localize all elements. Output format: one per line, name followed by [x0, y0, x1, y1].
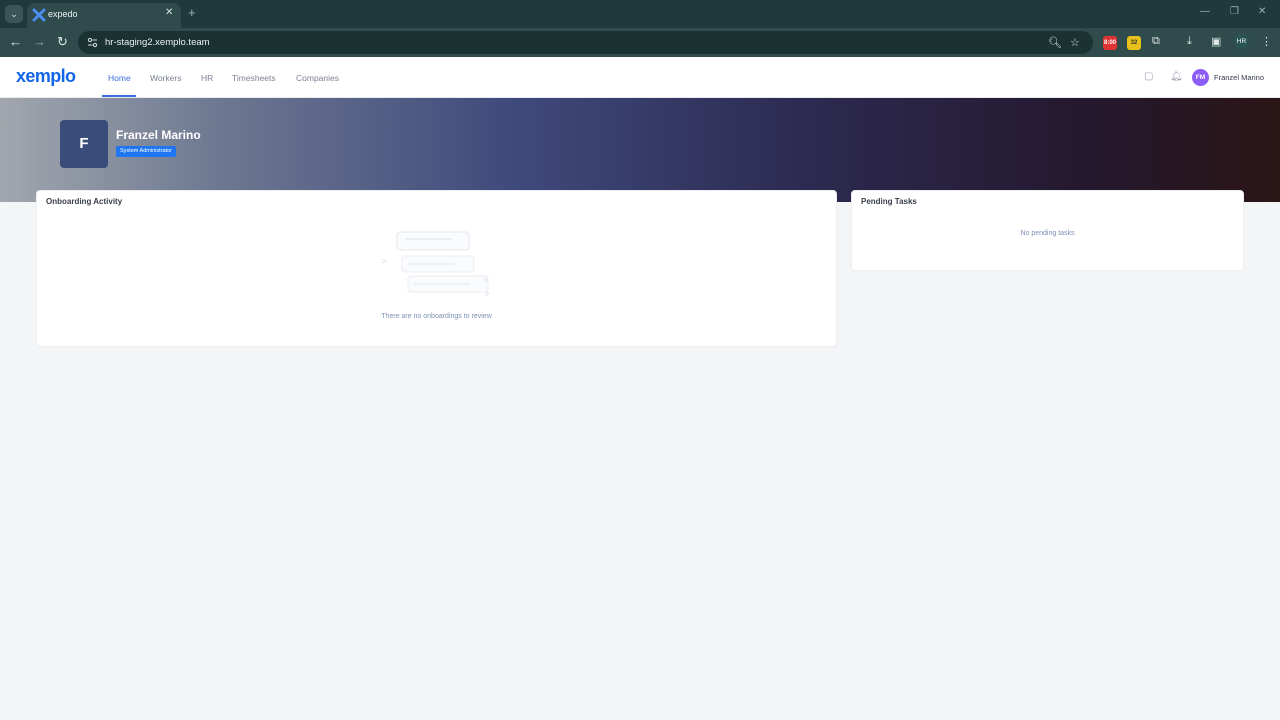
bookmark-star-icon[interactable]: ☆ [1070, 36, 1080, 49]
forward-button[interactable]: → [33, 35, 46, 49]
app-header: xemplo Home Workers HR Timesheets Compan… [0, 57, 1280, 98]
expedo-favicon-icon [32, 8, 46, 22]
extension-timer-icon[interactable]: 8:00 [1103, 36, 1117, 50]
chat-icon[interactable]: ▢ [1144, 71, 1153, 82]
url-text: hr-staging2.xemplo.team [105, 37, 210, 48]
nav-active-indicator [102, 95, 136, 97]
nav-home[interactable]: Home [108, 73, 131, 83]
profile-name: Franzel Marino [116, 128, 201, 142]
close-window-icon[interactable]: ✕ [1258, 6, 1266, 17]
nav-companies[interactable]: Companies [296, 73, 339, 83]
user-name[interactable]: Franzel Marino [1214, 73, 1264, 82]
user-avatar[interactable]: FM [1192, 69, 1209, 86]
zoom-icon[interactable]: 🔍︎ [1048, 36, 1062, 49]
extension-badge-icon[interactable]: 32 [1127, 36, 1141, 50]
back-button[interactable]: ← [9, 35, 22, 49]
profile-initial-avatar: F [60, 120, 108, 168]
extensions-puzzle-icon[interactable]: ⧉ [1152, 35, 1160, 48]
address-bar[interactable]: hr-staging2.xemplo.team 🔍︎ ☆ [78, 31, 1093, 54]
nav-workers[interactable]: Workers [150, 73, 182, 83]
browser-toolbar: ← → ↻ hr-staging2.xemplo.team 🔍︎ ☆ 8:00 … [0, 28, 1280, 57]
pending-tasks-empty-text: No pending tasks [1020, 230, 1075, 237]
nav-hr[interactable]: HR [201, 73, 213, 83]
xemplo-logo[interactable]: xemplo [16, 66, 76, 87]
browser-menu-icon[interactable]: ⋮ [1261, 35, 1272, 48]
pending-tasks-title: Pending Tasks [861, 197, 917, 206]
restore-icon[interactable]: ❐ [1230, 6, 1239, 17]
onboarding-activity-card: Onboarding Activity There are no onboard… [36, 190, 837, 347]
minimize-icon[interactable]: — [1200, 6, 1210, 17]
site-settings-icon[interactable] [87, 37, 98, 48]
pending-tasks-card: Pending Tasks No pending tasks [851, 190, 1244, 271]
tab-title: expedo [48, 9, 78, 19]
role-badge: System Administrator [116, 146, 176, 157]
browser-tab[interactable]: expedo ✕ [27, 3, 181, 28]
download-icon[interactable]: ⤓ [1187, 35, 1192, 48]
new-tab-button[interactable]: + [188, 5, 196, 20]
reload-button[interactable]: ↻ [57, 35, 68, 49]
browser-tab-bar: ⌄ expedo ✕ + — ❐ ✕ [0, 0, 1280, 28]
browser-profile-avatar[interactable]: HR [1234, 34, 1249, 49]
tab-search-button[interactable]: ⌄ [5, 5, 23, 23]
onboarding-card-title: Onboarding Activity [46, 197, 123, 206]
profile-banner: F Franzel Marino System Administrator [0, 98, 1280, 202]
nav-timesheets[interactable]: Timesheets [232, 73, 276, 83]
side-panel-icon[interactable]: ▣ [1211, 35, 1221, 48]
notification-bell-icon[interactable]: 🔔︎ [1170, 71, 1183, 82]
tab-close-icon[interactable]: ✕ [165, 7, 173, 18]
onboarding-empty-text: There are no onboardings to review [381, 313, 492, 320]
empty-list-illustration-icon [381, 231, 491, 297]
